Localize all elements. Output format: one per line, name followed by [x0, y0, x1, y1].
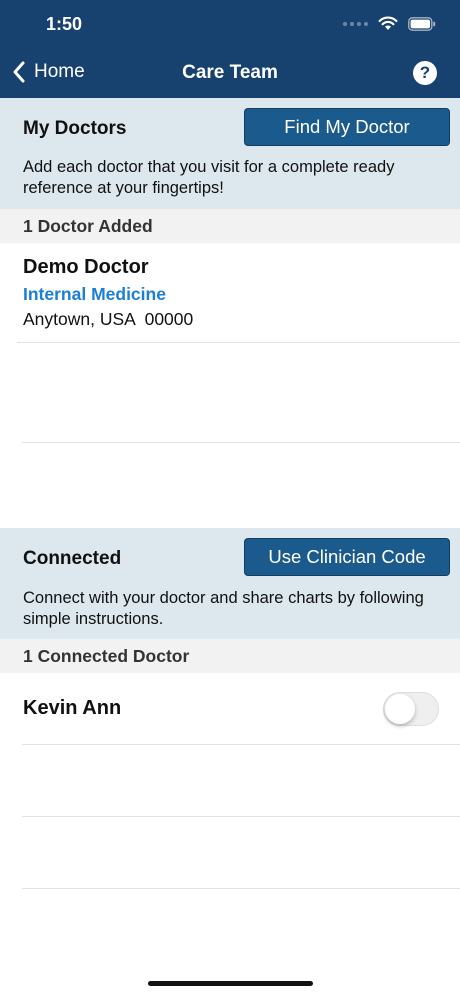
navigation-header: 1:50 Home Care Team ?	[0, 0, 460, 98]
home-indicator[interactable]	[148, 981, 313, 986]
wifi-icon	[378, 16, 398, 30]
doctor-count-label: 1 Doctor Added	[23, 216, 153, 236]
connected-description: Connect with your doctor and share chart…	[23, 589, 424, 628]
list-divider	[22, 816, 460, 817]
share-charts-toggle[interactable]	[383, 692, 439, 726]
connected-doctor-name: Kevin Ann	[23, 697, 122, 719]
find-my-doctor-button[interactable]: Find My Doctor	[244, 108, 450, 146]
list-divider	[22, 442, 460, 443]
connected-count-label: 1 Connected Doctor	[23, 646, 190, 666]
list-divider	[17, 342, 460, 343]
page-title: Care Team	[182, 62, 278, 83]
connected-title: Connected	[23, 548, 122, 569]
doctor-specialty: Internal Medicine	[23, 284, 166, 304]
my-doctors-title: My Doctors	[23, 118, 127, 139]
use-clinician-code-button[interactable]: Use Clinician Code	[244, 538, 450, 576]
list-divider	[22, 744, 460, 745]
status-time: 1:50	[46, 14, 83, 34]
battery-icon	[408, 16, 436, 31]
help-icon[interactable]: ?	[413, 61, 437, 85]
cellular-signal-icon	[343, 21, 368, 26]
my-doctors-section: My Doctors Find My Doctor Add each docto…	[0, 98, 460, 209]
doctor-location: Anytown, USA 00000	[23, 309, 194, 329]
toggle-knob	[385, 694, 415, 724]
doctor-count-bar: 1 Doctor Added	[0, 209, 460, 243]
connected-section: Connected Use Clinician Code Connect wit…	[0, 528, 460, 639]
connected-count-bar: 1 Connected Doctor	[0, 639, 460, 673]
status-icons	[343, 16, 436, 31]
doctor-name: Demo Doctor	[23, 256, 149, 278]
my-doctors-description: Add each doctor that you visit for a com…	[23, 158, 395, 197]
list-divider	[22, 888, 460, 889]
